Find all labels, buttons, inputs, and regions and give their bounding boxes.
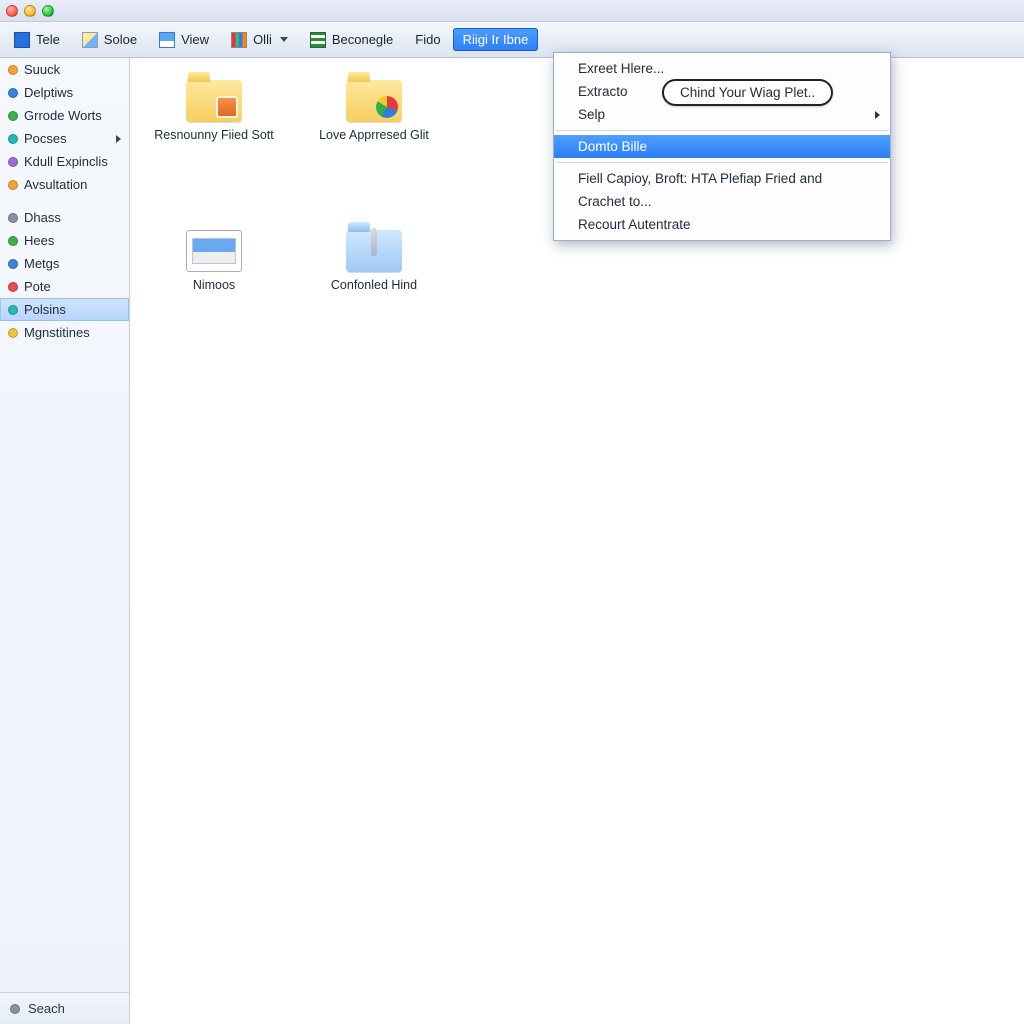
- sidebar-item-5[interactable]: Avsultation: [0, 173, 129, 196]
- context-menu: Chind Your Wiag Plet.. Exreet Hlere...Ex…: [553, 52, 891, 241]
- sidebar-item-label: Pocses: [24, 131, 67, 146]
- sidebar-item-10[interactable]: Polsins: [0, 298, 129, 321]
- grid-icon: [310, 32, 326, 48]
- file-item-label: Love Apprresed Glit: [319, 128, 429, 144]
- sidebar-item-9[interactable]: Pote: [0, 275, 129, 298]
- sidebar-item-label: Polsins: [24, 302, 66, 317]
- sidebar-item-8[interactable]: Metgs: [0, 252, 129, 275]
- context-menu-item-7[interactable]: Crachet to...: [554, 190, 890, 213]
- bullet-icon: [8, 111, 18, 121]
- file-item-0[interactable]: Resnounny Fiied Sott: [154, 74, 274, 144]
- sidebar-item-label: Delptiws: [24, 85, 73, 100]
- context-menu-item-0[interactable]: Exreet Hlere...: [554, 57, 890, 80]
- sidebar-item-label: Mgnstitines: [24, 325, 90, 340]
- chevron-right-icon: [116, 135, 121, 143]
- bullet-icon: [8, 134, 18, 144]
- bullet-icon: [8, 213, 18, 223]
- toolbar-item-1[interactable]: Soloe: [72, 28, 147, 52]
- context-menu-item-label: Recourt Autentrate: [578, 217, 691, 232]
- menu-separator: [556, 162, 888, 163]
- window-close-icon[interactable]: [6, 5, 18, 17]
- file-item-3[interactable]: Confonled Hind: [314, 224, 434, 294]
- sidebar-item-3[interactable]: Pocses: [0, 127, 129, 150]
- sidebar-item-label: Grrode Worts: [24, 108, 102, 123]
- thumbnail-icon: [184, 224, 244, 272]
- context-menu-item-6[interactable]: Fiell Capioy, Broft: HTA Plefiap Fried a…: [554, 167, 890, 190]
- toolbar-item-label: View: [181, 32, 209, 47]
- context-menu-item-label: Selp: [578, 107, 605, 122]
- sidebar-item-1[interactable]: Delptiws: [0, 81, 129, 104]
- toolbar-item-3[interactable]: Olli: [221, 28, 298, 52]
- context-menu-item-2[interactable]: Selp: [554, 103, 890, 126]
- sidebar-item-label: Pote: [24, 279, 51, 294]
- sidebar-search[interactable]: Seach: [0, 992, 129, 1024]
- file-item-label: Nimoos: [193, 278, 235, 294]
- chevron-down-icon: [280, 37, 288, 42]
- toolbar-item-2[interactable]: View: [149, 28, 219, 52]
- bullet-icon: [8, 236, 18, 246]
- context-menu-item-8[interactable]: Recourt Autentrate: [554, 213, 890, 236]
- window-minimize-icon[interactable]: [24, 5, 36, 17]
- sidebar-item-11[interactable]: Mgnstitines: [0, 321, 129, 344]
- toolbar-item-label: Beconegle: [332, 32, 393, 47]
- folder-icon: [184, 74, 244, 122]
- file-item-2[interactable]: Nimoos: [154, 224, 274, 294]
- context-menu-item-label: Domto Bille: [578, 139, 647, 154]
- window-zoom-icon[interactable]: [42, 5, 54, 17]
- file-item-1[interactable]: Love Apprresed Glit: [314, 74, 434, 144]
- context-menu-item-label: Exreet Hlere...: [578, 61, 664, 76]
- menu-separator: [556, 130, 888, 131]
- bullet-icon: [8, 88, 18, 98]
- context-menu-item-1[interactable]: Extracto: [554, 80, 890, 103]
- sidebar-item-6[interactable]: Dhass: [0, 206, 129, 229]
- bullet-icon: [8, 305, 18, 315]
- sidebar-item-0[interactable]: Suuck: [0, 58, 129, 81]
- toolbar-item-0[interactable]: Tele: [4, 28, 70, 52]
- sidebar-item-label: Hees: [24, 233, 54, 248]
- sidebar-item-label: Avsultation: [24, 177, 87, 192]
- sidebar-item-2[interactable]: Grrode Worts: [0, 104, 129, 127]
- toolbar-item-5[interactable]: Fido: [405, 28, 450, 51]
- toolbar-item-label: Soloe: [104, 32, 137, 47]
- bullet-icon: [8, 65, 18, 75]
- bullet-icon: [8, 157, 18, 167]
- blue-sq-icon: [14, 32, 30, 48]
- cal-icon: [159, 32, 175, 48]
- toolbar-item-label: Tele: [36, 32, 60, 47]
- toolbar-item-label: Fido: [415, 32, 440, 47]
- folder-icon: [344, 74, 404, 122]
- toolbar-item-6[interactable]: Riigi Ir Ibne: [453, 28, 539, 51]
- bullet-icon: [8, 180, 18, 190]
- folder-icon: [344, 224, 404, 272]
- search-icon: [10, 1004, 20, 1014]
- file-item-label: Resnounny Fiied Sott: [154, 128, 274, 144]
- context-menu-item-4[interactable]: Domto Bille: [554, 135, 890, 158]
- content-pane: Resnounny Fiied Sott Love Apprresed Glit N…: [130, 58, 1024, 1024]
- sidebar-search-label: Seach: [28, 1001, 65, 1016]
- sidebar-item-label: Kdull Expinclis: [24, 154, 108, 169]
- sidebar-item-label: Suuck: [24, 62, 60, 77]
- context-menu-item-label: Extracto: [578, 84, 628, 99]
- sidebar-item-label: Dhass: [24, 210, 61, 225]
- bullet-icon: [8, 282, 18, 292]
- window-titlebar: [0, 0, 1024, 22]
- pencil-icon: [82, 32, 98, 48]
- sidebar-item-7[interactable]: Hees: [0, 229, 129, 252]
- context-menu-item-label: Crachet to...: [578, 194, 652, 209]
- toolbar-item-4[interactable]: Beconegle: [300, 28, 403, 52]
- sidebar-item-label: Metgs: [24, 256, 59, 271]
- sidebar-item-4[interactable]: Kdull Expinclis: [0, 150, 129, 173]
- toolbar-item-label: Olli: [253, 32, 272, 47]
- sidebar: Suuck Delptiws Grrode Worts Pocses Kdull Exp…: [0, 58, 130, 1024]
- file-item-label: Confonled Hind: [331, 278, 417, 294]
- context-menu-item-label: Fiell Capioy, Broft: HTA Plefiap Fried a…: [578, 171, 822, 186]
- bullet-icon: [8, 328, 18, 338]
- toolbar-item-label: Riigi Ir Ibne: [463, 32, 529, 47]
- chevron-right-icon: [875, 111, 880, 119]
- bullet-icon: [8, 259, 18, 269]
- bars-icon: [231, 32, 247, 48]
